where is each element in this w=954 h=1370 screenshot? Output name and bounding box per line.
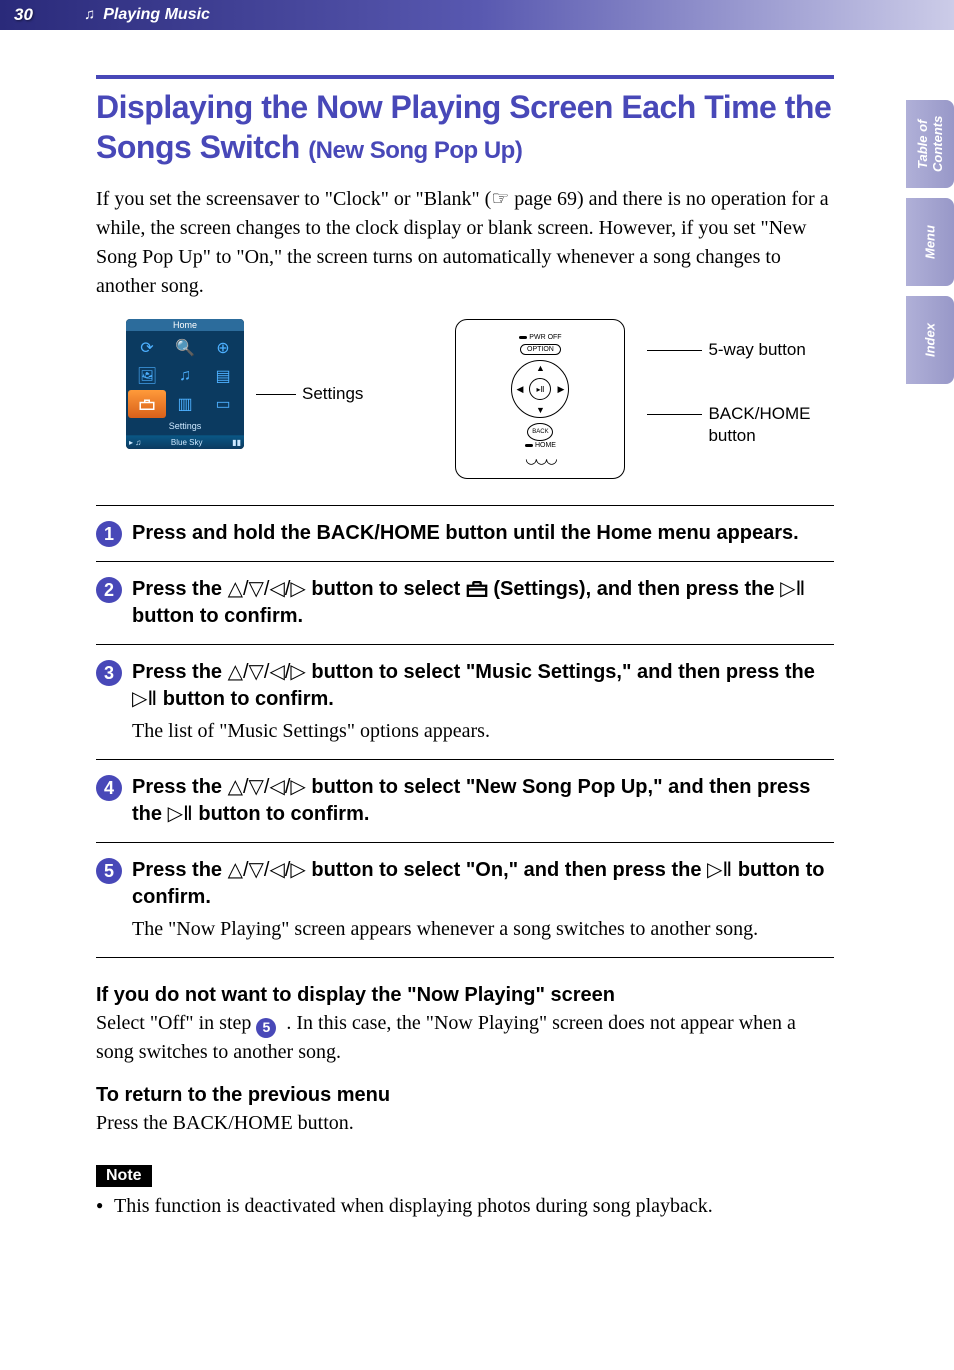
grid-icon-settings-selected bbox=[128, 390, 166, 418]
tab-menu[interactable]: Menu bbox=[906, 198, 954, 286]
dpad-down-icon: ▼ bbox=[536, 405, 545, 415]
step-number: 3 bbox=[96, 660, 122, 686]
grid-icon: ♫ bbox=[166, 362, 204, 390]
step-3: 3 Press the △/▽/◁/▷ button to select "Mu… bbox=[96, 644, 834, 759]
play-pause-glyph: ▷Ⅱ bbox=[780, 578, 805, 600]
grid-icon: ⟳ bbox=[128, 334, 166, 362]
step-5: 5 Press the △/▽/◁/▷ button to select "On… bbox=[96, 842, 834, 957]
step-number: 4 bbox=[96, 775, 122, 801]
step-title: Press the △/▽/◁/▷ button to select (Sett… bbox=[132, 576, 834, 630]
device-label: Settings bbox=[126, 418, 244, 435]
grid-icon: ▭ bbox=[204, 390, 242, 418]
page-number: 30 bbox=[14, 5, 84, 25]
grid-icon: ▤ bbox=[204, 362, 242, 390]
side-tabs: Table of Contents Menu Index bbox=[906, 100, 954, 384]
page-header: 30 ♫ Playing Music bbox=[0, 0, 954, 30]
illustration-row: Home ⟳ 🔍 ⊕ 🖼 ♫ ▤ ▥ ▭ Settings ▸ ♫ bbox=[126, 319, 834, 479]
dpad-center-icon: ▸Ⅱ bbox=[529, 378, 551, 400]
note-item: This function is deactivated when displa… bbox=[96, 1195, 834, 1218]
sub-heading: If you do not want to display the "Now P… bbox=[96, 984, 834, 1007]
settings-toolbox-icon bbox=[466, 580, 488, 597]
nav-buttons-glyph: △/▽/◁/▷ bbox=[228, 661, 306, 683]
grid-icon: 🖼 bbox=[128, 362, 166, 390]
option-button: OPTION bbox=[520, 344, 561, 355]
play-pause-glyph: ▷Ⅱ bbox=[707, 859, 732, 881]
device-callouts: 5-way button BACK/HOME button bbox=[647, 339, 810, 447]
step-number: 5 bbox=[96, 858, 122, 884]
nav-buttons-glyph: △/▽/◁/▷ bbox=[228, 859, 306, 881]
device-screen-mock: Home ⟳ 🔍 ⊕ 🖼 ♫ ▤ ▥ ▭ Settings ▸ ♫ bbox=[126, 319, 244, 449]
grid-icon: ▥ bbox=[166, 390, 204, 418]
device-body-mock: PWR OFF OPTION ▲ ▼ ◀ ▶ ▸Ⅱ BACK HOME ◡◡◡ bbox=[455, 319, 625, 479]
dpad-left-icon: ◀ bbox=[516, 384, 523, 395]
five-way-callout: 5-way button bbox=[708, 339, 805, 361]
nav-buttons-glyph: △/▽/◁/▷ bbox=[228, 776, 306, 798]
play-pause-glyph: ▷Ⅱ bbox=[132, 688, 157, 710]
np-song: Blue Sky bbox=[171, 438, 203, 447]
grid-icon: ⊕ bbox=[204, 334, 242, 362]
section-name: Playing Music bbox=[103, 6, 210, 24]
device-now-playing-bar: ▸ ♫ Blue Sky ▮▮ bbox=[126, 435, 244, 449]
sub-heading: To return to the previous menu bbox=[96, 1084, 834, 1107]
back-button: BACK bbox=[527, 423, 553, 441]
note-label: Note bbox=[96, 1165, 152, 1187]
step-description: The "Now Playing" screen appears wheneve… bbox=[132, 915, 834, 943]
step-2: 2 Press the △/▽/◁/▷ button to select (Se… bbox=[96, 561, 834, 644]
back-home-callout: BACK/HOME button bbox=[708, 403, 810, 447]
step-ref-5: 5 bbox=[256, 1018, 276, 1038]
settings-callout: Settings bbox=[256, 384, 363, 404]
sub-body: Press the BACK/HOME button. bbox=[96, 1109, 834, 1137]
note-list: This function is deactivated when displa… bbox=[96, 1195, 834, 1218]
step-number: 1 bbox=[96, 521, 122, 547]
step-4: 4 Press the △/▽/◁/▷ button to select "Ne… bbox=[96, 759, 834, 842]
device-home-grid: ⟳ 🔍 ⊕ 🖼 ♫ ▤ ▥ ▭ bbox=[126, 331, 244, 418]
step-title: Press and hold the BACK/HOME button unti… bbox=[132, 520, 834, 547]
title-rule bbox=[96, 75, 834, 79]
home-label: HOME bbox=[525, 442, 556, 449]
sub-body: Select "Off" in step 5. In this case, th… bbox=[96, 1009, 834, 1066]
np-battery-icon: ▮▮ bbox=[232, 438, 241, 447]
dpad-right-icon: ▶ bbox=[558, 384, 565, 395]
port-icon: ◡◡◡ bbox=[525, 451, 556, 468]
np-play-icon: ▸ ♫ bbox=[129, 438, 141, 447]
title-sub: (New Song Pop Up) bbox=[308, 137, 522, 164]
device-topbar: Home bbox=[126, 319, 244, 331]
step-1: 1 Press and hold the BACK/HOME button un… bbox=[96, 505, 834, 561]
intro-paragraph: If you set the screensaver to "Clock" or… bbox=[96, 185, 834, 301]
tab-table-of-contents[interactable]: Table of Contents bbox=[906, 100, 954, 188]
step-number: 2 bbox=[96, 577, 122, 603]
step-title: Press the △/▽/◁/▷ button to select "On,"… bbox=[132, 857, 834, 911]
tab-index[interactable]: Index bbox=[906, 296, 954, 384]
step-title: Press the △/▽/◁/▷ button to select "Musi… bbox=[132, 659, 834, 713]
play-pause-glyph: ▷Ⅱ bbox=[168, 803, 193, 825]
music-note-icon: ♫ bbox=[84, 7, 95, 24]
page-title: Displaying the Now Playing Screen Each T… bbox=[96, 87, 834, 167]
five-way-button: ▲ ▼ ◀ ▶ ▸Ⅱ bbox=[511, 360, 569, 418]
grid-icon: 🔍 bbox=[166, 334, 204, 362]
steps-end-rule bbox=[96, 957, 834, 958]
dpad-up-icon: ▲ bbox=[536, 363, 545, 373]
step-description: The list of "Music Settings" options app… bbox=[132, 717, 834, 745]
nav-buttons-glyph: △/▽/◁/▷ bbox=[228, 578, 306, 600]
settings-callout-label: Settings bbox=[302, 384, 363, 404]
step-title: Press the △/▽/◁/▷ button to select "New … bbox=[132, 774, 834, 828]
pwr-off-label: PWR OFF bbox=[519, 334, 561, 341]
